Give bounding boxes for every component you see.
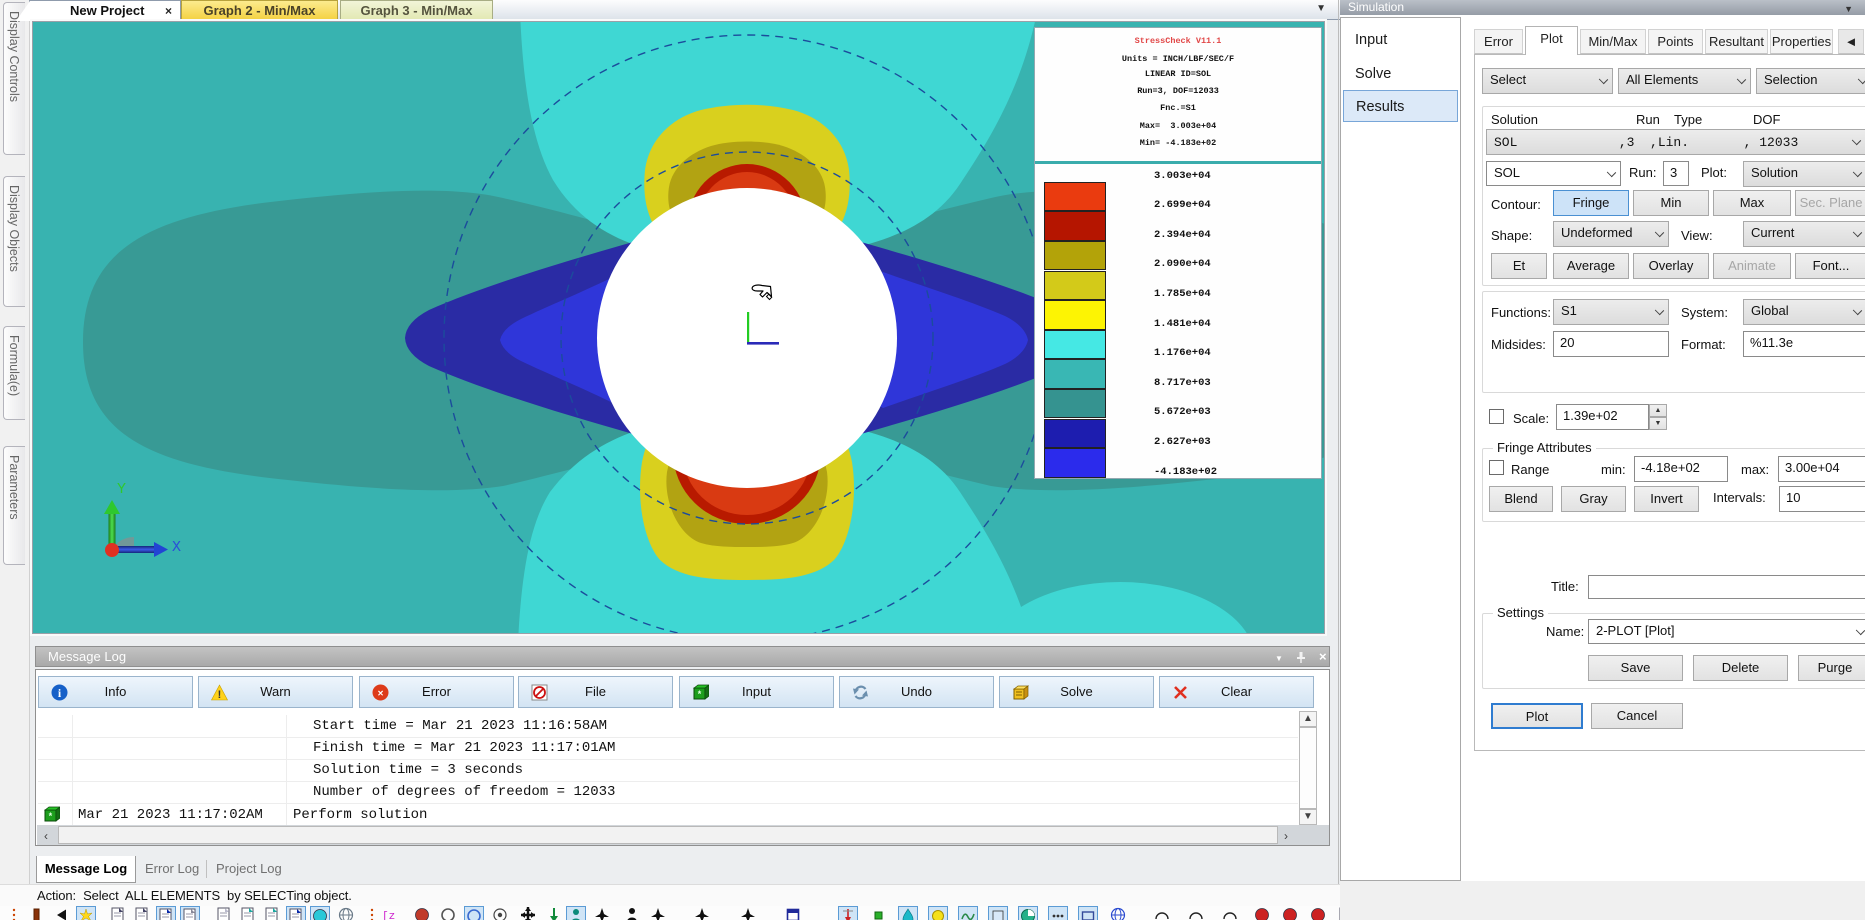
svg-text:Y: Y [117, 481, 126, 498]
svg-text:[z: [z [382, 911, 395, 920]
svg-text:*: * [48, 812, 53, 822]
svg-text:X: X [172, 539, 181, 556]
